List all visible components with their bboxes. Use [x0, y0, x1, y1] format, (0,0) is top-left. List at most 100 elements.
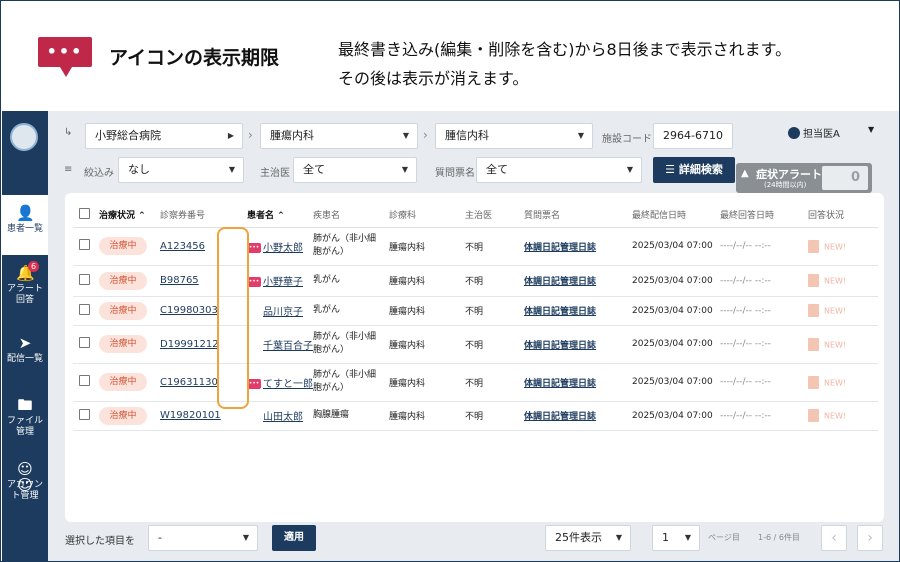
- last-sent-cell: 2025/03/04 07:00: [632, 401, 720, 431]
- card-number-link[interactable]: W19820101: [160, 410, 221, 421]
- patient-name-link[interactable]: 小野太郎: [263, 243, 303, 254]
- row-checkbox[interactable]: [79, 337, 90, 348]
- header-status[interactable]: 治療状況 ⌃: [99, 203, 160, 228]
- document-icon[interactable]: [808, 304, 819, 317]
- table-row[interactable]: 治療中 W19820101 山田太郎 胸腺腫瘍 腫瘍内科 不明 体調日記管理日誌 2025/0…: [73, 401, 878, 431]
- info-banner: ••• アイコンの表示期限 最終書き込み(編集・削除を含む)から8日後まで表示さ…: [1, 1, 899, 111]
- row-checkbox[interactable]: [79, 239, 90, 250]
- questionnaire-link[interactable]: 体調日記管理日誌: [524, 243, 596, 253]
- sidebar-item-accounts[interactable]: ☺☺ アカウン ト管理: [2, 451, 48, 511]
- alert-count: 0: [822, 166, 868, 190]
- icon-highlight-frame: [217, 227, 249, 409]
- table-row[interactable]: 治療中 D19991212 千葉百合子 肺がん（非小細 胞がん） 腫瘍内科 不明 体調日記管理…: [73, 325, 878, 364]
- sort-icon: ⌃: [277, 211, 285, 222]
- last-answer-cell: ----/--/-- --:--: [720, 363, 808, 402]
- card-number-link[interactable]: C19631130: [160, 377, 218, 388]
- questionnaire-link[interactable]: 体調日記管理日誌: [524, 307, 596, 317]
- header-patient[interactable]: 患者名 ⌃: [247, 203, 313, 228]
- last-answer-cell: ----/--/-- --:--: [720, 265, 808, 297]
- chevron-down-icon: ▼: [228, 165, 235, 174]
- last-answer-cell: ----/--/-- --:--: [720, 401, 808, 431]
- document-icon[interactable]: [808, 239, 819, 253]
- patient-name-link[interactable]: 品川京子: [263, 307, 303, 318]
- page-select[interactable]: 1 ▼: [652, 525, 700, 551]
- message-icon[interactable]: •••: [247, 277, 261, 287]
- prev-page-button[interactable]: ‹: [821, 525, 847, 551]
- table-row[interactable]: 治療中 C19980303 品川京子 乳がん 腫瘍内科 不明 体調日記管理日誌 2025/03…: [73, 296, 878, 326]
- disease-cell: 肺がん（非小細 胞がん）: [313, 227, 389, 266]
- last-answer-cell: ----/--/-- --:--: [720, 325, 808, 364]
- chevron-down-icon: ▼: [868, 125, 875, 134]
- row-checkbox[interactable]: [79, 408, 90, 420]
- patient-name-link[interactable]: 千葉百合子: [263, 341, 313, 352]
- detail-search-button[interactable]: ☰ 詳細検索: [653, 157, 735, 183]
- doctor-select[interactable]: 全て ▼: [293, 157, 417, 183]
- doctor-cell: 不明: [465, 325, 524, 364]
- last-answer-cell: ----/--/-- --:--: [720, 227, 808, 266]
- document-icon[interactable]: [808, 409, 819, 422]
- last-sent-cell: 2025/03/04 07:00: [632, 296, 720, 326]
- symptom-alert-widget[interactable]: ▲ 症状アラート (24時間以内) 0: [736, 163, 872, 193]
- send-icon: ➤: [18, 334, 32, 352]
- filter-icon: ≡: [64, 164, 73, 175]
- per-page-select[interactable]: 25件表示 ▼: [545, 525, 631, 551]
- sidebar-item-patients[interactable]: 👤 患者一覧: [2, 195, 48, 255]
- user-menu[interactable]: 担当医A ▼: [788, 125, 874, 140]
- breadcrumb-separator-icon: ›: [248, 128, 253, 142]
- table-row[interactable]: 治療中 C19631130 ••• てすと一郎 肺がん（非小細 胞がん） 腫瘍内科 不明 体調日…: [73, 363, 878, 402]
- message-icon[interactable]: •••: [247, 378, 261, 389]
- questionnaire-select[interactable]: 全て ▼: [476, 157, 642, 183]
- next-page-button[interactable]: ›: [857, 525, 883, 551]
- banner-description: 最終書き込み(編集・削除を含む)から8日後まで表示されます。 その後は表示が消え…: [338, 40, 792, 88]
- sidebar-item-files[interactable]: 🖿 ファイル 管理: [2, 387, 48, 447]
- questionnaire-link[interactable]: 体調日記管理日誌: [524, 341, 596, 351]
- table-row[interactable]: 治療中 B98765 ••• 小野華子 乳がん 腫瘍内科 不明 体調日記管理日誌 2025/03…: [73, 265, 878, 297]
- questionnaire-link[interactable]: 体調日記管理日誌: [524, 379, 596, 389]
- last-answer-cell: ----/--/-- --:--: [720, 296, 808, 326]
- bulk-action-label: 選択した項目を: [65, 536, 135, 547]
- document-icon[interactable]: [808, 274, 819, 287]
- bulk-action-select[interactable]: - ▼: [148, 525, 258, 551]
- row-checkbox[interactable]: [79, 303, 90, 315]
- doctor-cell: 不明: [465, 296, 524, 326]
- card-number-link[interactable]: D19991212: [160, 339, 219, 350]
- new-label: NEW!: [824, 242, 847, 251]
- card-number-link[interactable]: A123456: [160, 241, 205, 252]
- screen: ••• アイコンの表示期限 最終書き込み(編集・削除を含む)から8日後まで表示さ…: [0, 0, 900, 562]
- avatar-icon: [788, 127, 800, 139]
- message-icon[interactable]: •••: [247, 242, 261, 253]
- department-select[interactable]: 腫瘍内科 ▼: [260, 123, 418, 149]
- card-number-link[interactable]: C19980303: [160, 305, 218, 316]
- doctor-label: 主治医: [260, 168, 290, 179]
- disease-cell: 乳がん: [313, 265, 389, 297]
- narrow-select[interactable]: なし ▼: [118, 157, 244, 183]
- questionnaire-link[interactable]: 体調日記管理日誌: [524, 277, 596, 287]
- subdepartment-select[interactable]: 腫信内科 ▼: [435, 123, 593, 149]
- row-checkbox[interactable]: [79, 273, 90, 285]
- document-icon[interactable]: [808, 337, 819, 351]
- select-all-checkbox[interactable]: [79, 207, 90, 219]
- last-sent-cell: 2025/03/04 07:00: [632, 363, 720, 402]
- table-row[interactable]: 治療中 A123456 ••• 小野太郎 肺がん（非小細 胞がん） 腫瘍内科 不明 体調日記管理…: [73, 227, 878, 266]
- dept-cell: 腫瘍内科: [389, 296, 465, 326]
- card-number-link[interactable]: B98765: [160, 275, 199, 286]
- row-checkbox[interactable]: [79, 375, 90, 386]
- facility-code-field[interactable]: 2964-6710: [653, 123, 733, 149]
- patient-name-link[interactable]: 小野華子: [263, 277, 303, 288]
- sidebar-item-alerts[interactable]: 6 🔔 アラート 回答: [2, 255, 48, 315]
- new-label: NEW!: [824, 340, 847, 349]
- questionnaire-label: 質問票名: [435, 168, 475, 179]
- hospital-select[interactable]: 小野総合病院 ▶: [85, 123, 243, 149]
- patient-name-link[interactable]: てすと一郎: [263, 379, 313, 390]
- header-card-no[interactable]: 診察券番号: [160, 203, 247, 228]
- sidebar-item-deliveries[interactable]: ➤ 配信一覧: [2, 325, 48, 385]
- document-icon[interactable]: [808, 375, 819, 389]
- patient-name-link[interactable]: 山田太郎: [263, 412, 303, 423]
- last-sent-cell: 2025/03/04 07:00: [632, 265, 720, 297]
- dept-cell: 腫瘍内科: [389, 325, 465, 364]
- users-icon: ☺☺: [17, 460, 33, 494]
- doctor-cell: 不明: [465, 401, 524, 431]
- apply-button[interactable]: 適用: [272, 525, 316, 551]
- questionnaire-link[interactable]: 体調日記管理日誌: [524, 412, 596, 422]
- new-label: NEW!: [824, 411, 847, 421]
